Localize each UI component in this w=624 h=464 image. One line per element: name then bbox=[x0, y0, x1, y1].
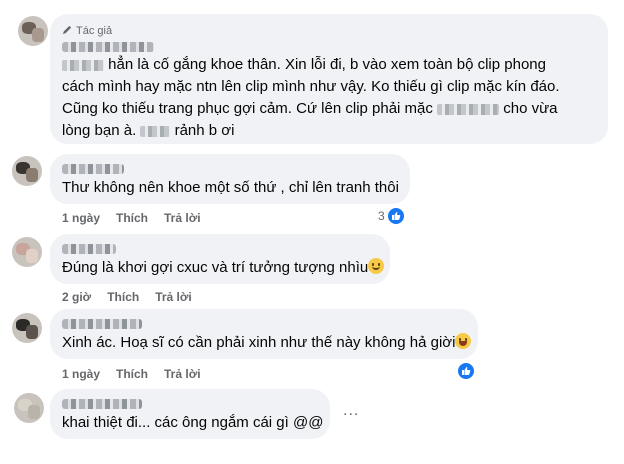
reaction-count[interactable]: 3 bbox=[378, 208, 404, 224]
comment-bubble: khai thiệt đi... các ông ngắm cái gì @@ bbox=[50, 389, 330, 439]
comment-actions: 1 ngày Thích Trả lời bbox=[62, 367, 201, 381]
pen-icon bbox=[62, 24, 73, 38]
comment-text: Xinh ác. Hoạ sĩ có cần phải xinh như thế… bbox=[62, 332, 472, 354]
redacted-name bbox=[62, 59, 104, 71]
reply-button[interactable]: Trả lời bbox=[155, 290, 192, 304]
commenter-name[interactable] bbox=[62, 244, 116, 254]
like-icon bbox=[458, 363, 474, 379]
comment-text: Thư không nên khoe một số thứ , chỉ lên … bbox=[62, 179, 399, 196]
comment-text: khai thiệt đi... các ông ngắm cái gì @@ bbox=[62, 414, 324, 431]
redacted-name bbox=[140, 125, 171, 137]
redacted-text bbox=[437, 103, 500, 115]
reply-button[interactable]: Trả lời bbox=[164, 211, 201, 225]
like-button[interactable]: Thích bbox=[107, 290, 139, 304]
comment-actions: 1 ngày Thích Trả lời bbox=[62, 211, 201, 225]
more-options-button[interactable]: ... bbox=[343, 402, 359, 420]
comment-time[interactable]: 1 ngày bbox=[62, 211, 100, 225]
comment-text: Đúng là khơi gợi cxuc và trí tưởng tượng… bbox=[62, 257, 385, 279]
author-badge: Tác giả bbox=[62, 24, 112, 38]
comment-actions: 2 giờ Thích Trả lời bbox=[62, 290, 192, 304]
comment-bubble: Thư không nên khoe một số thứ , chỉ lên … bbox=[50, 154, 410, 204]
avatar[interactable] bbox=[14, 393, 44, 423]
reaction-number: 3 bbox=[378, 209, 385, 223]
commenter-name[interactable] bbox=[62, 399, 142, 409]
comment-text: hẳn là cố gắng khoe thân. Xin lỗi đi, b … bbox=[62, 56, 560, 139]
like-button[interactable]: Thích bbox=[116, 367, 148, 381]
like-icon bbox=[387, 208, 404, 224]
comment-bubble: Tác giả hẳn là cố gắng khoe thân. Xin lỗ… bbox=[50, 14, 608, 144]
comment-time[interactable]: 1 ngày bbox=[62, 367, 100, 381]
avatar[interactable] bbox=[12, 237, 42, 267]
smile-emoji-icon bbox=[368, 258, 385, 274]
laughing-emoji-icon bbox=[455, 333, 472, 349]
comment-bubble: Đúng là khơi gợi cxuc và trí tưởng tượng… bbox=[50, 234, 390, 284]
author-badge-label: Tác giả bbox=[76, 25, 113, 37]
avatar[interactable] bbox=[12, 156, 42, 186]
reaction-count[interactable] bbox=[458, 363, 474, 379]
reply-button[interactable]: Trả lời bbox=[164, 367, 201, 381]
like-button[interactable]: Thích bbox=[116, 211, 148, 225]
comment-bubble: Xinh ác. Hoạ sĩ có cần phải xinh như thế… bbox=[50, 309, 478, 359]
commenter-name[interactable] bbox=[62, 319, 142, 329]
avatar[interactable] bbox=[12, 313, 42, 343]
commenter-name[interactable] bbox=[62, 42, 154, 52]
commenter-name[interactable] bbox=[62, 164, 124, 174]
comment-time[interactable]: 2 giờ bbox=[62, 290, 91, 304]
avatar[interactable] bbox=[18, 16, 48, 46]
